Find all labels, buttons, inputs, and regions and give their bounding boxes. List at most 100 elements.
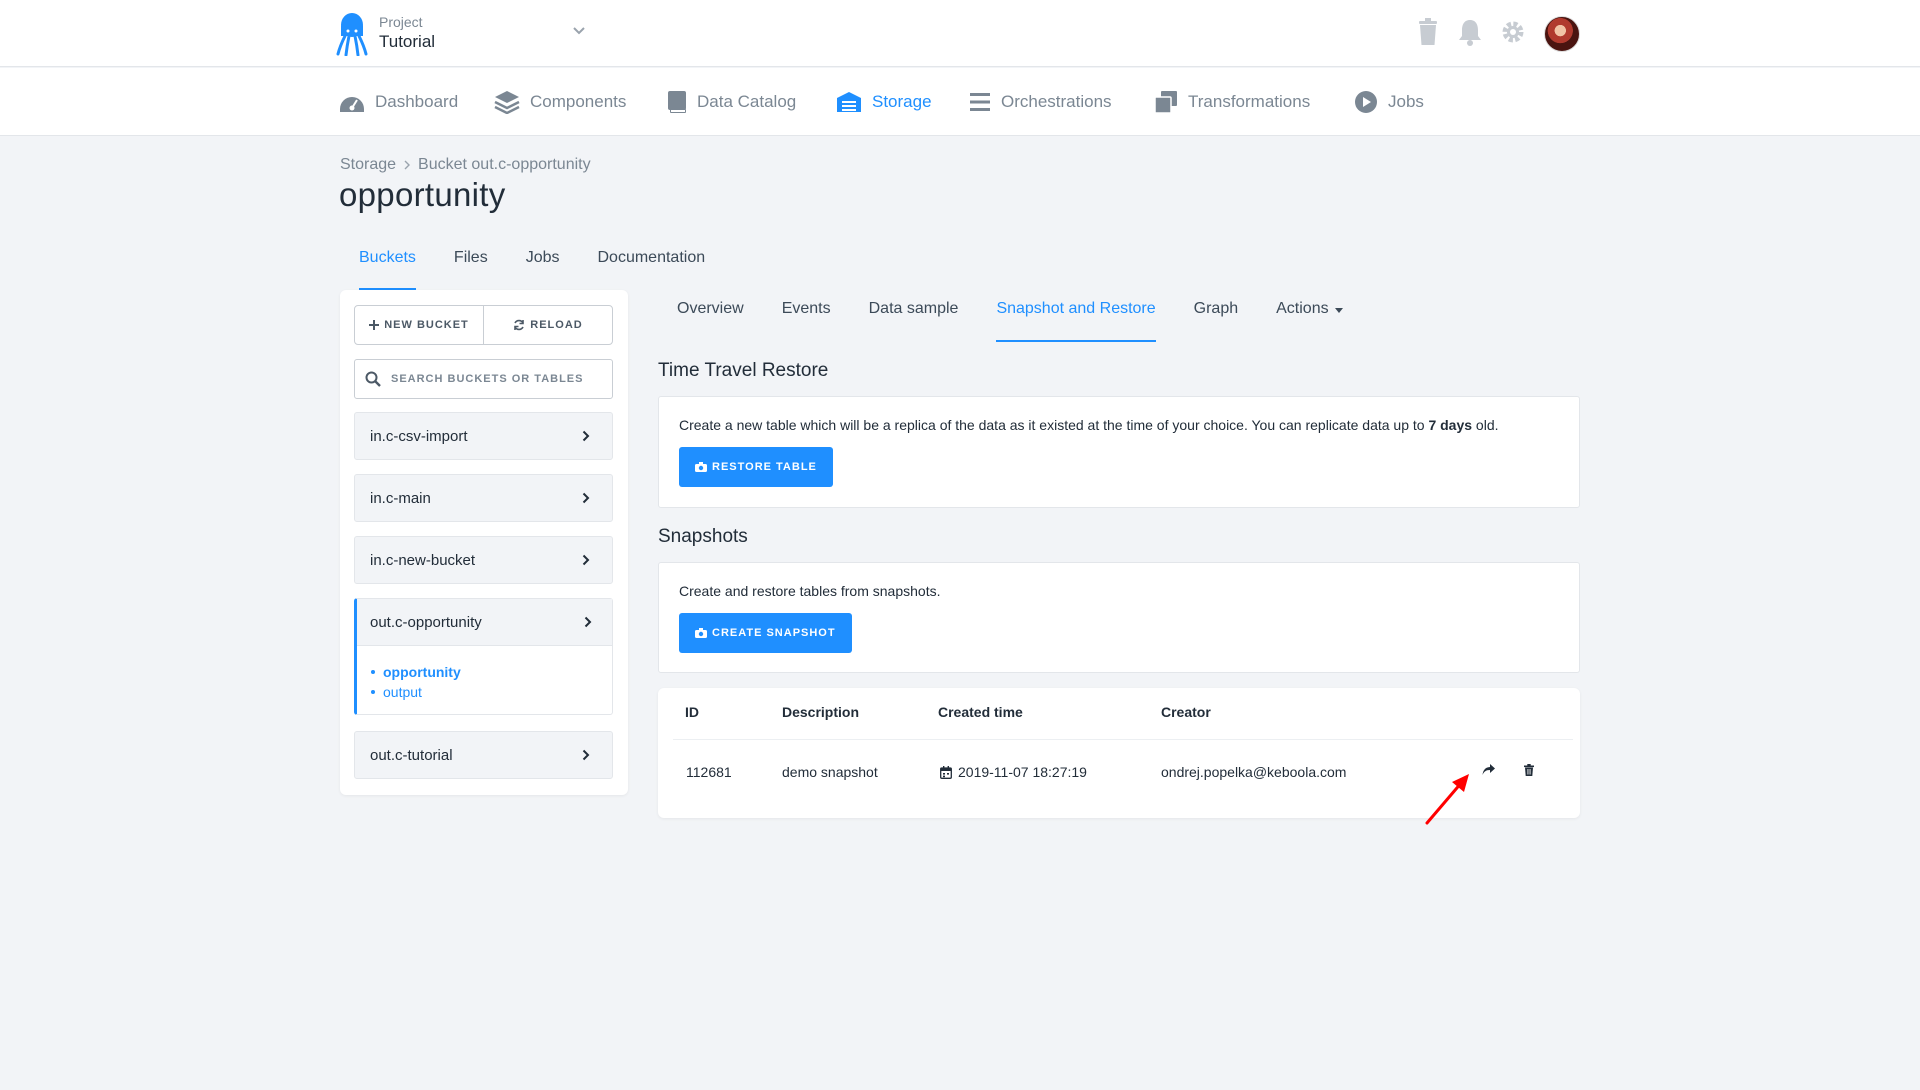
column-header-id: ID — [685, 704, 699, 720]
tab-overview[interactable]: Overview — [658, 290, 763, 342]
bucket-name: out.c-opportunity — [370, 614, 482, 631]
reload-button[interactable]: RELOAD — [483, 306, 612, 344]
chevron-right-icon — [582, 430, 590, 442]
create-snapshot-label: CREATE SNAPSHOT — [712, 627, 836, 639]
sidebar-button-group: NEW BUCKET RELOAD — [354, 305, 613, 345]
tab-events[interactable]: Events — [763, 290, 850, 342]
chevron-right-icon — [584, 616, 592, 628]
chevron-right-icon — [582, 554, 590, 566]
camera-icon — [695, 628, 707, 638]
gear-icon[interactable] — [1500, 18, 1526, 46]
top-header: Project Tutorial — [0, 0, 1920, 67]
user-avatar[interactable] — [1544, 16, 1580, 52]
tab-documentation[interactable]: Documentation — [579, 245, 725, 291]
nav-components[interactable]: Components — [494, 68, 626, 136]
column-header-creator: Creator — [1161, 704, 1211, 720]
chevron-right-icon — [582, 749, 590, 761]
table-link-opportunity[interactable]: opportunity — [371, 662, 461, 682]
dashboard-gauge-icon — [339, 91, 365, 113]
nav-dashboard-label: Dashboard — [375, 92, 459, 111]
breadcrumb: Storage Bucket out.c-opportunity — [340, 156, 591, 174]
search-icon — [365, 371, 381, 387]
bucket-table-list: opportunity output — [371, 662, 461, 702]
keboola-logo-icon[interactable] — [336, 12, 368, 56]
bars-icon — [969, 91, 991, 113]
trash-icon[interactable] — [1417, 18, 1439, 46]
snapshots-title: Snapshots — [658, 526, 748, 547]
tab-jobs[interactable]: Jobs — [507, 245, 579, 291]
bucket-name: in.c-csv-import — [370, 428, 468, 445]
bucket-in-c-csv-import[interactable]: in.c-csv-import — [354, 412, 613, 460]
project-switcher[interactable]: Project Tutorial — [379, 14, 435, 52]
restore-table-button[interactable]: RESTORE TABLE — [679, 447, 833, 487]
caret-down-icon — [1334, 308, 1343, 313]
tab-snapshot-and-restore[interactable]: Snapshot and Restore — [977, 290, 1174, 342]
tab-actions-dropdown[interactable]: Actions — [1257, 290, 1361, 342]
time-travel-text-end: old. — [1472, 417, 1499, 433]
column-header-created-time: Created time — [938, 704, 1023, 720]
calendar-icon — [940, 765, 952, 779]
tab-data-sample[interactable]: Data sample — [850, 290, 978, 342]
snapshot-created-time: 2019-11-07 18:27:19 — [940, 764, 1087, 780]
time-travel-title: Time Travel Restore — [658, 360, 829, 381]
time-travel-description: Create a new table which will be a repli… — [679, 417, 1499, 433]
reload-label: RELOAD — [530, 319, 583, 331]
main-navigation: Dashboard Components Data Catalog Storag… — [0, 68, 1920, 136]
nav-jobs[interactable]: Jobs — [1354, 68, 1424, 136]
snapshot-created-time-value: 2019-11-07 18:27:19 — [958, 764, 1087, 780]
nav-storage[interactable]: Storage — [836, 68, 932, 136]
page-title: opportunity — [339, 176, 506, 213]
nav-transformations[interactable]: Transformations — [1154, 68, 1310, 136]
table-detail-tabs: Overview Events Data sample Snapshot and… — [658, 290, 1362, 342]
tab-buckets[interactable]: Buckets — [340, 245, 435, 291]
snapshots-card: Create and restore tables from snapshots… — [658, 562, 1580, 673]
restore-snapshot-share-icon[interactable] — [1482, 764, 1495, 776]
bucket-out-c-tutorial[interactable]: out.c-tutorial — [354, 731, 613, 779]
bucket-in-c-new-bucket[interactable]: in.c-new-bucket — [354, 536, 613, 584]
nav-transformations-label: Transformations — [1188, 92, 1311, 111]
time-travel-text-start: Create a new table which will be a repli… — [679, 417, 1429, 433]
project-label: Project — [379, 14, 423, 30]
bucket-sidebar: NEW BUCKET RELOAD in.c-csv-import in.c-m… — [340, 290, 628, 795]
table-link-output[interactable]: output — [371, 682, 461, 702]
breadcrumb-current: Bucket out.c-opportunity — [418, 156, 591, 173]
breadcrumb-storage-link[interactable]: Storage — [340, 156, 396, 174]
annotation-arrow-icon — [1424, 770, 1474, 826]
tab-files[interactable]: Files — [435, 245, 507, 291]
nav-data-catalog[interactable]: Data Catalog — [667, 68, 796, 136]
bucket-header[interactable]: out.c-opportunity — [357, 599, 612, 646]
book-icon — [667, 90, 687, 114]
header-divider — [673, 739, 1573, 740]
restore-table-label: RESTORE TABLE — [712, 461, 817, 473]
nav-components-label: Components — [530, 92, 627, 111]
nav-orchestrations-label: Orchestrations — [1001, 92, 1112, 111]
bucket-in-c-main[interactable]: in.c-main — [354, 474, 613, 522]
column-header-description: Description — [782, 704, 860, 720]
delete-snapshot-trash-icon[interactable] — [1524, 764, 1534, 776]
create-snapshot-button[interactable]: CREATE SNAPSHOT — [679, 613, 852, 653]
tab-graph[interactable]: Graph — [1175, 290, 1257, 342]
bell-icon[interactable] — [1458, 18, 1482, 46]
bucket-out-c-opportunity: out.c-opportunity opportunity output — [354, 598, 613, 715]
storage-tabs: Buckets Files Jobs Documentation — [340, 245, 758, 291]
plus-icon — [369, 320, 380, 330]
bucket-name: in.c-main — [370, 490, 431, 507]
windows-icon — [1154, 90, 1178, 114]
nav-storage-label: Storage — [872, 92, 932, 111]
chevron-right-icon — [582, 492, 590, 504]
breadcrumb-separator-icon — [404, 160, 411, 170]
chevron-down-icon[interactable] — [572, 26, 586, 36]
bucket-search — [354, 359, 613, 399]
camera-icon — [695, 462, 707, 472]
nav-dashboard[interactable]: Dashboard — [339, 68, 458, 136]
time-travel-card: Create a new table which will be a repli… — [658, 396, 1580, 508]
nav-orchestrations[interactable]: Orchestrations — [969, 68, 1112, 136]
search-input[interactable] — [391, 373, 601, 385]
time-travel-days: 7 days — [1428, 417, 1473, 433]
new-bucket-button[interactable]: NEW BUCKET — [355, 306, 483, 344]
new-bucket-label: NEW BUCKET — [384, 319, 469, 331]
play-circle-icon — [1354, 90, 1378, 114]
layers-icon — [494, 90, 520, 114]
snapshot-creator: ondrej.popelka@keboola.com — [1161, 764, 1347, 780]
bucket-name: in.c-new-bucket — [370, 552, 476, 569]
